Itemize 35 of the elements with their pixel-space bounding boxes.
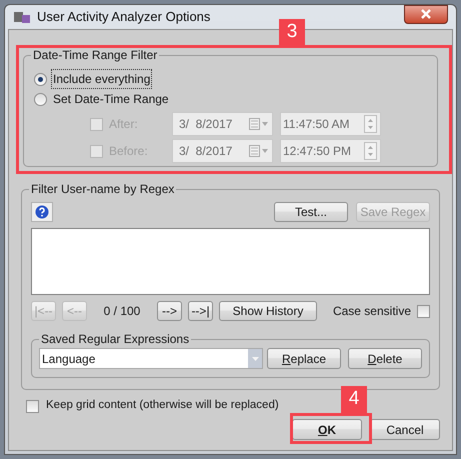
group-title: Saved Regular Expressions	[39, 332, 192, 346]
nav-button[interactable]: -->|	[188, 301, 213, 321]
ok-button[interactable]: OK	[292, 419, 362, 440]
calendar-dropdown-icon[interactable]	[249, 118, 269, 130]
keep-grid-checkbox[interactable]	[26, 400, 39, 412]
saved-regex-dropdown[interactable]: Language	[39, 348, 263, 369]
replace-button[interactable]: Replace	[267, 348, 341, 369]
show-history-button[interactable]: Show History	[219, 301, 317, 321]
delete-button[interactable]: Delete	[348, 348, 422, 369]
radio-label: Include everything	[52, 70, 152, 88]
app-icon	[13, 10, 31, 24]
help-button[interactable]	[31, 202, 53, 222]
case-sensitive-checkbox[interactable]	[417, 304, 430, 318]
dropdown-arrow-icon	[252, 356, 258, 360]
radio-button[interactable]	[34, 72, 47, 86]
regex-input[interactable]	[31, 228, 430, 295]
step-badge: 3	[279, 19, 305, 45]
case-sensitive-label: Case sensitive	[332, 303, 411, 320]
cancel-button[interactable]: Cancel	[370, 419, 440, 440]
window-title: User Activity Analyzer Options	[37, 8, 210, 26]
close-icon	[420, 9, 432, 19]
counter: 0 / 100	[102, 303, 142, 320]
test-button[interactable]: Test...	[274, 202, 348, 222]
keep-grid-label: Keep grid content (otherwise will be replaced)	[46, 398, 279, 414]
question-icon	[35, 205, 49, 219]
radio-label: Set Date-Time Range	[52, 91, 170, 108]
spin-buttons-icon[interactable]	[364, 115, 377, 133]
spin-buttons-icon[interactable]	[364, 142, 377, 160]
radio-button[interactable]	[34, 92, 47, 106]
calendar-dropdown-icon[interactable]	[249, 145, 269, 157]
step-badge: 4	[341, 386, 367, 413]
group-title: Filter User-name by Regex	[29, 182, 176, 196]
group-title: Date-Time Range Filter	[31, 48, 160, 62]
close-button[interactable]	[404, 4, 448, 24]
nav-button[interactable]: -->	[157, 301, 182, 321]
